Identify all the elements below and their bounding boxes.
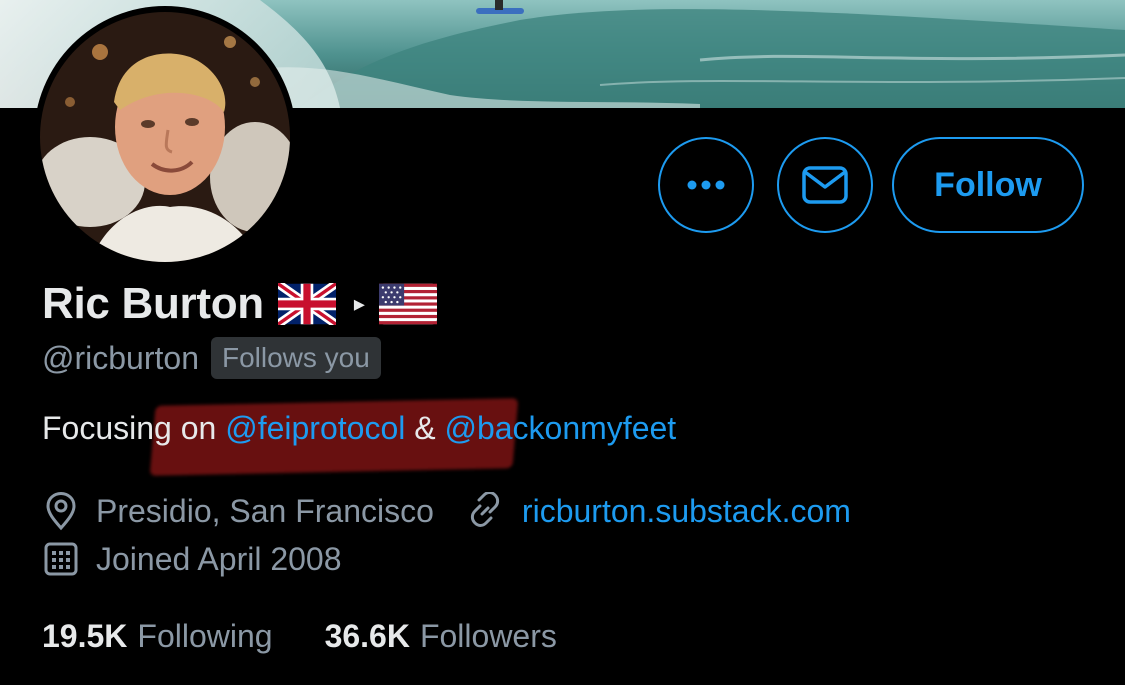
website-link[interactable]: ricburton.substack.com: [522, 493, 851, 530]
us-flag-icon: [378, 283, 437, 325]
following-stat[interactable]: 19.5K Following: [42, 618, 273, 655]
more-horizontal-icon: [687, 180, 725, 190]
bio-joiner: &: [405, 410, 445, 446]
avatar-photo: [40, 12, 290, 262]
uk-flag-icon: [277, 283, 336, 325]
following-count: 19.5K: [42, 617, 128, 654]
followers-count: 36.6K: [324, 617, 410, 654]
name-row: Ric Burton ▸: [42, 276, 437, 332]
handle-row: @ricburton Follows you: [42, 334, 381, 382]
bio: Focusing on @feiprotocol & @backonmyfeet: [42, 410, 676, 447]
mention-backonmyfeet[interactable]: @backonmyfeet: [444, 410, 676, 446]
user-handle: @ricburton: [42, 339, 199, 376]
followers-label: Followers: [419, 617, 557, 654]
follows-you-badge: Follows you: [210, 337, 381, 379]
joined-date: Joined April 2008: [96, 540, 342, 577]
profile-meta-joined: Joined April 2008: [44, 537, 342, 581]
follow-stats: 19.5K Following 36.6K Followers: [42, 613, 557, 659]
mention-feiprotocol[interactable]: @feiprotocol: [225, 410, 405, 446]
profile-meta-location-website: Presidio, San Francisco ricburton.substa…: [44, 489, 851, 533]
followers-stat[interactable]: 36.6K Followers: [325, 618, 557, 655]
avatar[interactable]: [34, 6, 296, 268]
more-options-button[interactable]: [658, 137, 754, 233]
message-button[interactable]: [777, 137, 873, 233]
bio-prefix: Focusing on: [42, 410, 226, 446]
follow-button[interactable]: Follow: [892, 137, 1084, 233]
location-pin-icon: [46, 491, 76, 531]
display-name: Ric Burton: [42, 279, 264, 328]
following-label: Following: [137, 617, 273, 654]
mail-icon: [802, 166, 848, 204]
arrow-icon: ▸: [353, 291, 365, 316]
location-text: Presidio, San Francisco: [96, 492, 434, 529]
link-icon: [470, 492, 500, 527]
calendar-icon: [44, 542, 78, 576]
